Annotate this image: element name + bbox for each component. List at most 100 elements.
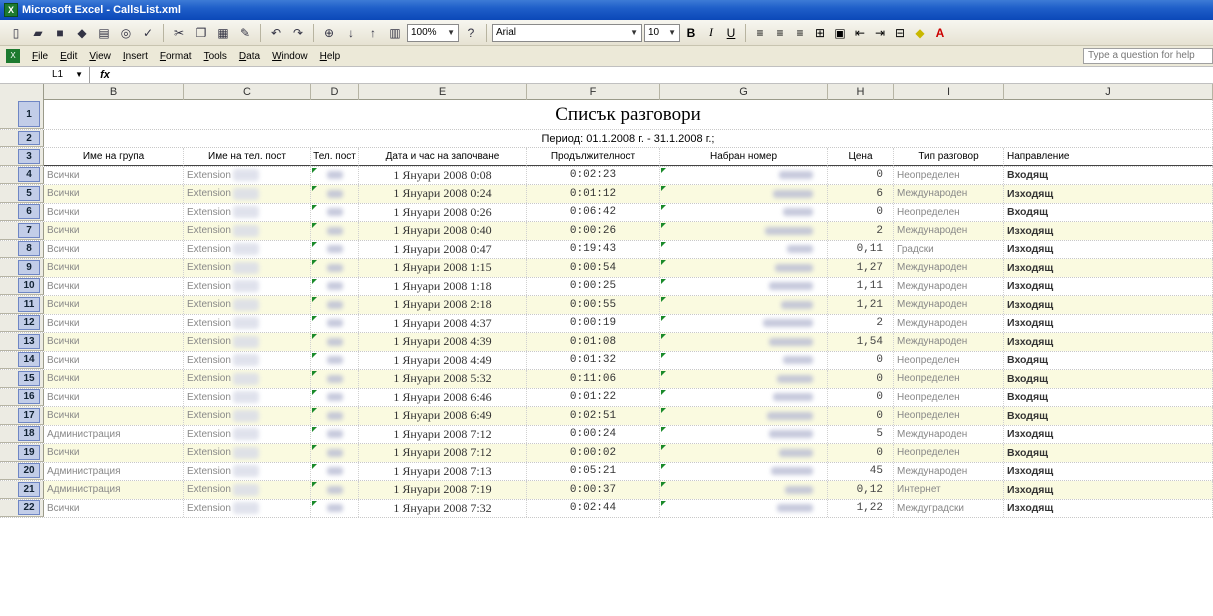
menu-help[interactable]: Help (314, 51, 347, 62)
cell-ext-name[interactable]: Extension (184, 370, 311, 388)
cell-group[interactable]: Администрация (44, 462, 184, 480)
cell-dialed[interactable] (660, 462, 828, 480)
cell-duration[interactable]: 0:05:21 (527, 462, 660, 480)
cell-start[interactable]: 1 Януари 2008 7:32 (359, 499, 527, 517)
cell-price[interactable]: 0 (828, 203, 894, 221)
cell-dialed[interactable] (660, 240, 828, 258)
cell-ext[interactable] (311, 203, 359, 221)
cell-type[interactable]: Градски (894, 240, 1004, 258)
cell-group[interactable]: Всички (44, 296, 184, 314)
cell-direction[interactable]: Входящ (1004, 203, 1213, 221)
cell-type[interactable]: Международен (894, 314, 1004, 332)
permission-icon[interactable]: ◆ (72, 23, 92, 43)
cell-dialed[interactable] (660, 444, 828, 462)
cell-direction[interactable]: Входящ (1004, 351, 1213, 369)
cell-group[interactable]: Администрация (44, 481, 184, 499)
row-header[interactable]: 19 (0, 444, 44, 462)
cell-ext[interactable] (311, 351, 359, 369)
cell-ext[interactable] (311, 462, 359, 480)
row-header[interactable]: 4 (0, 166, 44, 184)
header-duration[interactable]: Продължителност (527, 148, 660, 166)
cell-price[interactable]: 1,54 (828, 333, 894, 351)
cell-direction[interactable]: Изходящ (1004, 222, 1213, 240)
workbook-icon[interactable]: X (6, 49, 20, 63)
cell-ext[interactable] (311, 185, 359, 203)
cell-type[interactable]: Неопределен (894, 407, 1004, 425)
help-icon[interactable]: ? (461, 23, 481, 43)
cell-duration[interactable]: 0:06:42 (527, 203, 660, 221)
paste-icon[interactable]: ▦ (213, 23, 233, 43)
cell-type[interactable]: Междуградски (894, 499, 1004, 517)
menu-view[interactable]: View (83, 51, 117, 62)
cell-ext-name[interactable]: Extension (184, 259, 311, 277)
align-right-icon[interactable]: ≡ (791, 23, 809, 43)
cell-duration[interactable]: 0:02:23 (527, 166, 660, 184)
row-header[interactable]: 16 (0, 388, 44, 406)
row-header[interactable]: 2 (0, 130, 44, 147)
row-header[interactable]: 21 (0, 481, 44, 499)
row-header[interactable]: 17 (0, 407, 44, 425)
cell-dialed[interactable] (660, 351, 828, 369)
menu-format[interactable]: Format (154, 51, 198, 62)
cell-duration[interactable]: 0:00:55 (527, 296, 660, 314)
cell-price[interactable]: 0 (828, 388, 894, 406)
formula-input[interactable] (120, 67, 1213, 83)
cell-duration[interactable]: 0:11:06 (527, 370, 660, 388)
cell-start[interactable]: 1 Януари 2008 0:40 (359, 222, 527, 240)
cell-dialed[interactable] (660, 388, 828, 406)
sort-descending-icon[interactable]: ↑ (363, 23, 383, 43)
header-group[interactable]: Име на група (44, 148, 184, 166)
header-price[interactable]: Цена (828, 148, 894, 166)
bold-button[interactable]: B (682, 23, 700, 43)
currency-icon[interactable]: ▣ (831, 23, 849, 43)
cell-ext[interactable] (311, 407, 359, 425)
cell-duration[interactable]: 0:02:51 (527, 407, 660, 425)
row-header[interactable]: 9 (0, 259, 44, 277)
cell-ext-name[interactable]: Extension (184, 462, 311, 480)
cell-duration[interactable]: 0:00:54 (527, 259, 660, 277)
cell-duration[interactable]: 0:00:26 (527, 222, 660, 240)
cell-type[interactable]: Неопределен (894, 166, 1004, 184)
cell-price[interactable]: 1,27 (828, 259, 894, 277)
cell-start[interactable]: 1 Януари 2008 6:49 (359, 407, 527, 425)
cell-type[interactable]: Международен (894, 277, 1004, 295)
header-dialed[interactable]: Набран номер (660, 148, 828, 166)
undo-icon[interactable]: ↶ (266, 23, 286, 43)
cell-duration[interactable]: 0:00:24 (527, 425, 660, 443)
cell-price[interactable]: 0,11 (828, 240, 894, 258)
header-start[interactable]: Дата и час на започване (359, 148, 527, 166)
cell-start[interactable]: 1 Януари 2008 0:24 (359, 185, 527, 203)
cell-start[interactable]: 1 Януари 2008 7:12 (359, 425, 527, 443)
row-header[interactable]: 6 (0, 203, 44, 221)
cell-ext-name[interactable]: Extension (184, 296, 311, 314)
cell-duration[interactable]: 0:00:25 (527, 277, 660, 295)
redo-icon[interactable]: ↷ (288, 23, 308, 43)
cell-dialed[interactable] (660, 203, 828, 221)
row-header[interactable]: 20 (0, 462, 44, 480)
cell-group[interactable]: Всички (44, 351, 184, 369)
cell-group[interactable]: Администрация (44, 425, 184, 443)
cell-ext-name[interactable]: Extension (184, 499, 311, 517)
cell-price[interactable]: 1,21 (828, 296, 894, 314)
cell-start[interactable]: 1 Януари 2008 1:15 (359, 259, 527, 277)
cell-group[interactable]: Всички (44, 222, 184, 240)
row-header[interactable]: 11 (0, 296, 44, 314)
spelling-icon[interactable]: ✓ (138, 23, 158, 43)
cell-ext-name[interactable]: Extension (184, 314, 311, 332)
cell-dialed[interactable] (660, 185, 828, 203)
cell-dialed[interactable] (660, 407, 828, 425)
menu-edit[interactable]: Edit (54, 51, 83, 62)
zoom-select[interactable]: 100% ▼ (407, 23, 459, 42)
cell-price[interactable]: 0 (828, 370, 894, 388)
name-box[interactable]: L1 ▼ (0, 67, 90, 83)
cell-duration[interactable]: 0:02:44 (527, 499, 660, 517)
cell-start[interactable]: 1 Януари 2008 7:19 (359, 481, 527, 499)
cell-price[interactable]: 45 (828, 462, 894, 480)
row-header[interactable]: 22 (0, 499, 44, 517)
select-all-corner[interactable] (0, 84, 44, 100)
cell-start[interactable]: 1 Януари 2008 6:46 (359, 388, 527, 406)
cell-direction[interactable]: Входящ (1004, 370, 1213, 388)
cell-price[interactable]: 6 (828, 185, 894, 203)
cell-group[interactable]: Всички (44, 203, 184, 221)
column-header[interactable]: I (894, 84, 1004, 100)
